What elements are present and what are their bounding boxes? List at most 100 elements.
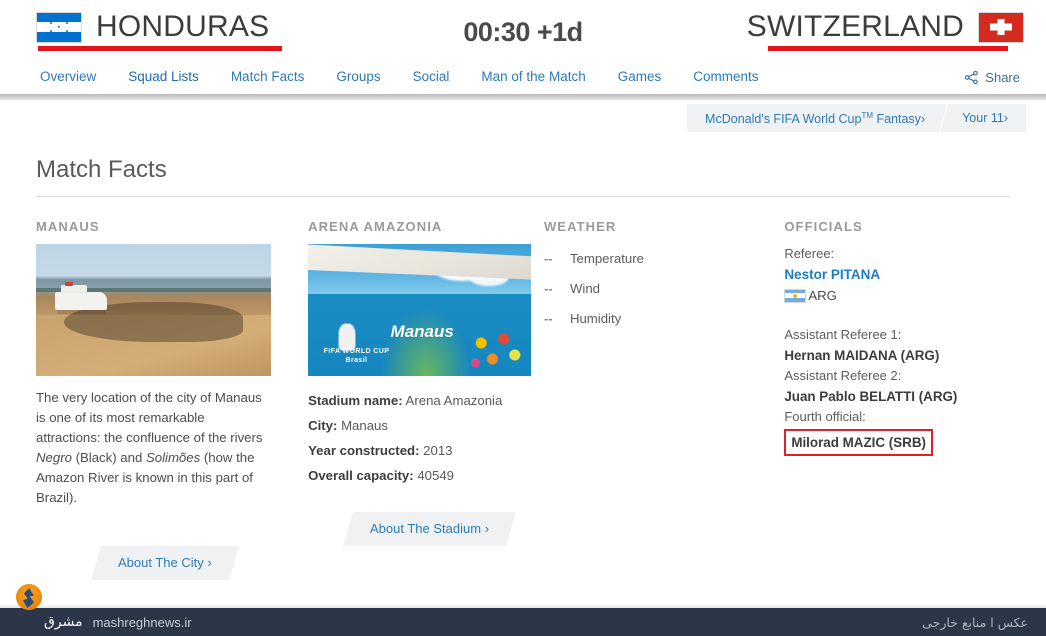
weather-label: Wind xyxy=(569,281,600,296)
referee-country-code: ARG xyxy=(808,288,837,303)
weather-row-wind: -- Wind xyxy=(544,274,774,304)
photo-brand-line1: FIFA WORLD CUP xyxy=(323,347,390,355)
home-team-underline xyxy=(38,46,282,51)
city-column: MANAUS The very location of the city of … xyxy=(36,219,272,580)
fact-value: 2013 xyxy=(423,443,453,458)
assistant-referee-1-label: Assistant Referee 1: xyxy=(784,327,902,342)
your-11-link[interactable]: Your 11› xyxy=(944,104,1026,132)
your-11-label: Your 11 xyxy=(962,111,1004,125)
about-stadium-label: About The Stadium xyxy=(369,521,482,536)
weather-row-temperature: -- Temperature xyxy=(544,244,774,274)
main-content: Match Facts MANAUS The very location of … xyxy=(0,154,1046,580)
match-header: HONDURAS 00:30 +1d SWITZERLAND xyxy=(0,0,1046,65)
fact-label: Overall capacity: xyxy=(308,468,414,483)
kickoff-time: 00:30 +1d xyxy=(463,16,583,47)
assistant-referee-2-name: Juan Pablo BELATTI (ARG) xyxy=(784,389,958,404)
fantasy-promo-label: McDonald's FIFA World Cup xyxy=(705,112,862,127)
argentina-flag-icon xyxy=(784,288,807,303)
primary-nav: Overview Squad Lists Match Facts Groups … xyxy=(0,60,1046,98)
river-name-solimoes: Solimões xyxy=(145,450,201,465)
site-url: mashreghnews.ir xyxy=(92,614,192,630)
stadium-fact-row: Year constructed: 2013 xyxy=(308,438,531,463)
about-the-city-button[interactable]: About The City › xyxy=(90,546,239,580)
fact-value: Arena Amazonia xyxy=(405,393,503,408)
chevron-right-icon: › xyxy=(207,555,212,570)
away-team-block: SWITZERLAND xyxy=(614,10,1034,51)
tab-games[interactable]: Games xyxy=(602,60,678,94)
city-description: The very location of the city of Manaus … xyxy=(36,388,271,508)
fantasy-promo-bar: McDonald's FIFA World CupTM Fantasy› You… xyxy=(687,104,1026,132)
photo-brand: FIFA WORLD CUP Brasil xyxy=(324,348,390,366)
city-heading: MANAUS xyxy=(36,219,100,234)
fantasy-promo-suffix: Fantasy xyxy=(873,112,921,127)
stadium-facts-list: Stadium name: Arena Amazonia City: Manau… xyxy=(308,388,531,488)
share-nodes-icon xyxy=(964,70,979,85)
tab-groups[interactable]: Groups xyxy=(320,60,396,94)
trademark-mark: TM xyxy=(861,111,873,121)
stadium-fact-row: Overall capacity: 40549 xyxy=(308,463,531,488)
page-title-rule xyxy=(36,196,1010,197)
officials-spacer xyxy=(784,303,1010,325)
weather-label: Humidity xyxy=(569,311,622,326)
stadium-button-wrap: About The Stadium › xyxy=(308,494,531,546)
weather-heading: WEATHER xyxy=(543,219,617,234)
switzerland-flag-icon xyxy=(978,11,1024,43)
about-city-label: About The City xyxy=(117,555,204,570)
chevron-right-icon: › xyxy=(1003,111,1008,125)
page-title: Match Facts xyxy=(36,156,167,183)
referee-label: Referee: xyxy=(784,246,835,261)
chevron-right-icon: › xyxy=(920,112,926,127)
weather-value: -- xyxy=(543,281,553,296)
fact-value: 40549 xyxy=(417,468,454,483)
mashregh-flame-logo-icon xyxy=(16,584,42,610)
tab-squad-lists[interactable]: Squad Lists xyxy=(112,60,215,98)
city-desc-part1: The very location of the city of Manaus … xyxy=(36,390,263,445)
arena-amazonia-photo: FIFA WORLD CUP Brasil Manaus xyxy=(308,244,531,376)
fantasy-promo-link[interactable]: McDonald's FIFA World CupTM Fantasy› xyxy=(687,102,943,133)
fact-label: Year constructed: xyxy=(308,443,420,458)
weather-value: -- xyxy=(543,311,553,326)
assistant-referee-2-label: Assistant Referee 2: xyxy=(784,368,902,383)
facts-columns: MANAUS The very location of the city of … xyxy=(22,219,1024,580)
tab-social[interactable]: Social xyxy=(397,60,466,94)
stadium-fact-row: Stadium name: Arena Amazonia xyxy=(308,388,531,413)
home-team-name: HONDURAS xyxy=(96,10,270,43)
fact-value: Manaus xyxy=(341,418,388,433)
fourth-official-label: Fourth official: xyxy=(784,409,866,424)
home-team-block: HONDURAS xyxy=(12,10,432,51)
tab-comments[interactable]: Comments xyxy=(677,60,774,94)
share-button[interactable]: Share xyxy=(964,70,1020,85)
weather-value: -- xyxy=(543,251,553,266)
fantasy-promo-row: McDonald's FIFA World CupTM Fantasy› You… xyxy=(0,94,1046,154)
watermark-footer: مشرق mashreghnews.ir عکس ا منابع خارجی xyxy=(0,608,1046,636)
away-team-underline xyxy=(768,46,1008,51)
fourth-official-name: Milorad MAZIC (SRB) xyxy=(791,435,926,450)
assistant-referee-1-name: Hernan MAIDANA (ARG) xyxy=(784,348,940,363)
site-name-fa: مشرق xyxy=(44,614,83,630)
honduras-flag-icon xyxy=(36,11,82,43)
photo-credit-fa: عکس ا منابع خارجی xyxy=(922,614,1028,630)
about-the-stadium-button[interactable]: About The Stadium › xyxy=(343,512,516,546)
river-name-negro: Negro xyxy=(36,450,72,465)
stadium-column: ARENA AMAZONIA FIFA WORLD CUP Brasil Man… xyxy=(308,219,531,580)
tab-match-facts[interactable]: Match Facts xyxy=(215,60,321,94)
fact-label: City: xyxy=(308,418,338,433)
weather-label: Temperature xyxy=(569,251,644,266)
city-desc-part2: (Black) and xyxy=(71,450,146,465)
weather-row-humidity: -- Humidity xyxy=(544,304,774,334)
tab-man-of-the-match[interactable]: Man of the Match xyxy=(465,60,601,94)
referee-country-row: ARG xyxy=(784,288,1010,303)
weather-column: WEATHER -- Temperature -- Wind -- Humidi… xyxy=(544,219,774,580)
stadium-heading: ARENA AMAZONIA xyxy=(308,219,443,234)
fact-label: Stadium name: xyxy=(308,393,403,408)
away-team-name: SWITZERLAND xyxy=(746,10,964,43)
photo-caption: Manaus xyxy=(390,321,454,341)
fourth-official-highlight-box: Milorad MAZIC (SRB) xyxy=(784,429,933,456)
page-root: HONDURAS 00:30 +1d SWITZERLAND Overview … xyxy=(0,0,1046,636)
referee-name-link[interactable]: Nestor PITANA xyxy=(784,264,1010,286)
stadium-fact-row: City: Manaus xyxy=(308,413,531,438)
officials-heading: OFFICIALS xyxy=(784,219,863,234)
photo-brand-line2: Brasil xyxy=(345,356,368,364)
manaus-river-photo xyxy=(36,244,272,376)
tab-overview[interactable]: Overview xyxy=(36,60,112,94)
